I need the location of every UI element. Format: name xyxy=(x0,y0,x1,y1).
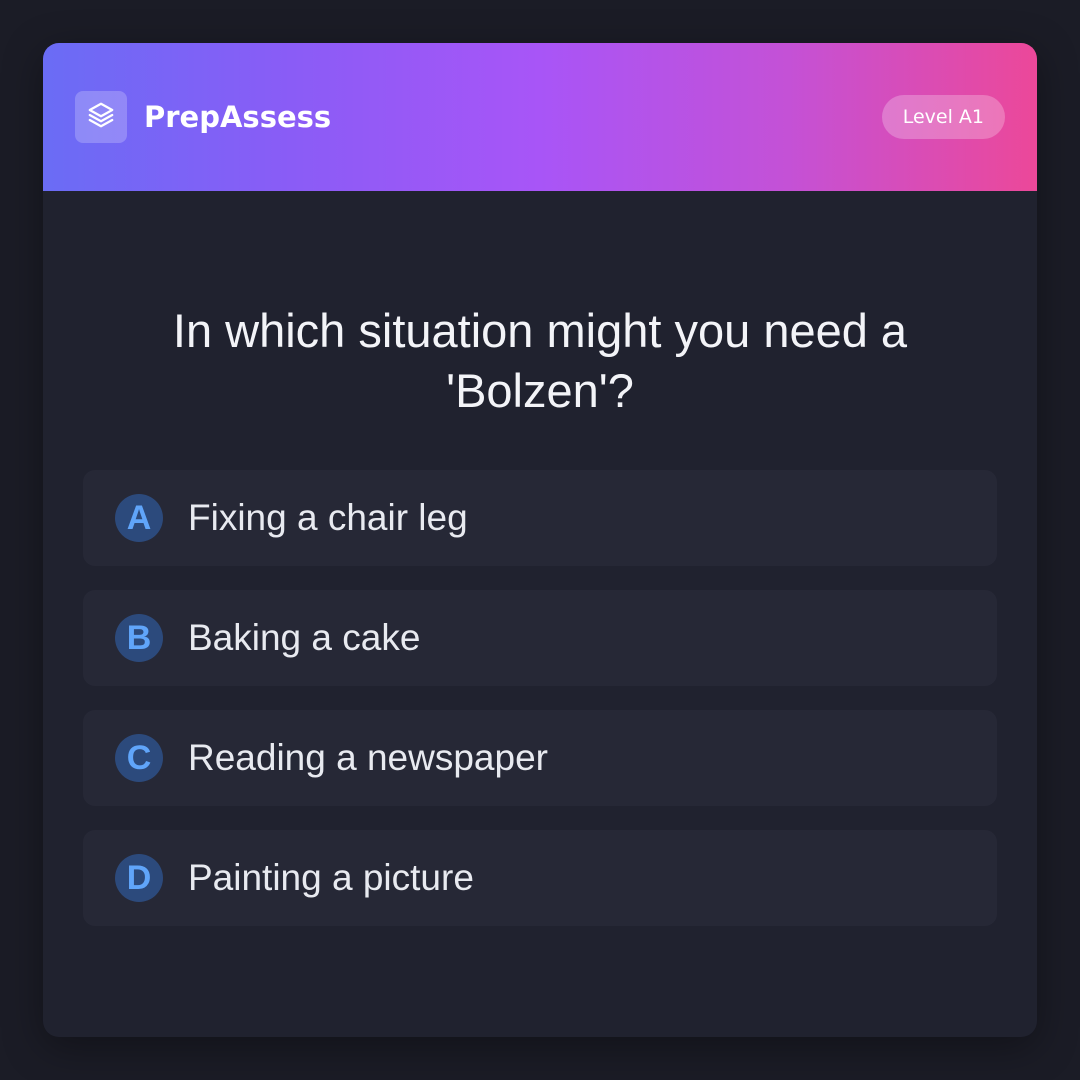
option-letter-badge: A xyxy=(115,494,163,542)
answer-option-c[interactable]: C Reading a newspaper xyxy=(83,710,997,806)
brand-logo xyxy=(75,91,127,143)
option-label: Painting a picture xyxy=(188,857,474,898)
option-label: Baking a cake xyxy=(188,617,421,658)
answer-option-b[interactable]: B Baking a cake xyxy=(83,590,997,686)
level-badge: Level A1 xyxy=(881,95,1005,139)
layers-icon xyxy=(86,100,116,135)
option-letter-badge: D xyxy=(115,854,163,902)
option-label: Reading a newspaper xyxy=(188,737,548,778)
option-letter-badge: B xyxy=(115,614,163,662)
option-letter-badge: C xyxy=(115,734,163,782)
quiz-card: PrepAssess Level A1 In which situation m… xyxy=(43,43,1037,1037)
answer-option-a[interactable]: A Fixing a chair leg xyxy=(83,470,997,566)
question-text: In which situation might you need a 'Bol… xyxy=(172,304,908,417)
card-header: PrepAssess Level A1 xyxy=(43,43,1037,191)
brand-name: PrepAssess xyxy=(144,100,332,134)
answer-option-d[interactable]: D Painting a picture xyxy=(83,830,997,926)
option-label: Fixing a chair leg xyxy=(188,497,468,538)
